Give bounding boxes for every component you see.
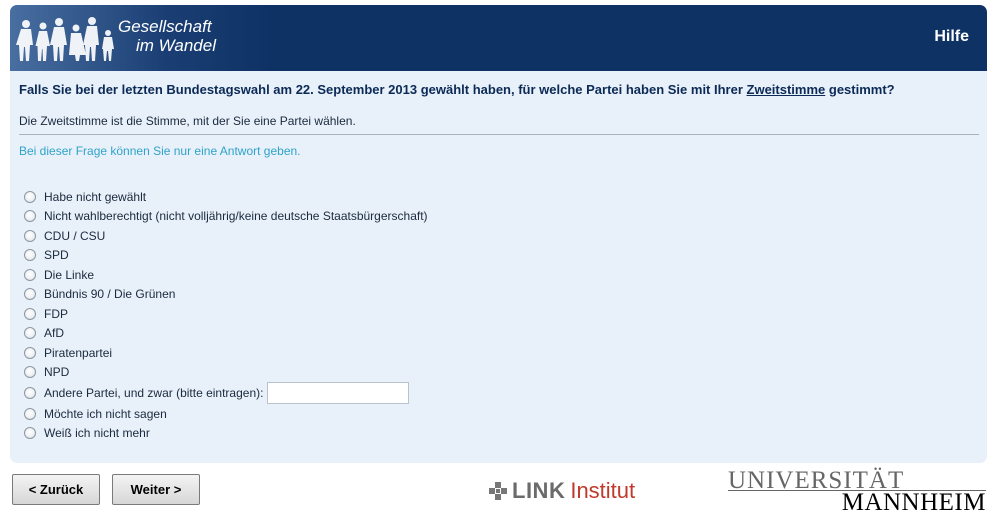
option-label: NPD xyxy=(44,365,70,380)
zweitstimme-link[interactable]: Zweitstimme xyxy=(747,82,826,97)
radio-button[interactable] xyxy=(24,229,36,242)
question-explanation: Die Zweitstimme ist die Stimme, mit der … xyxy=(19,114,979,135)
header-bar: Gesellschaft im Wandel Hilfe xyxy=(10,5,987,71)
option-label: CDU / CSU xyxy=(44,228,106,243)
option-gruene[interactable]: Bündnis 90 / Die Grünen xyxy=(24,285,428,305)
option-label: Andere Partei, und zwar (bitte eintragen… xyxy=(44,386,264,400)
option-afd[interactable]: AfD xyxy=(24,324,428,344)
people-silhouette-logo xyxy=(16,17,114,61)
radio-button[interactable] xyxy=(24,210,36,223)
option-other-party[interactable]: Andere Partei, und zwar (bitte eintragen… xyxy=(24,382,428,404)
answer-options: Habe nicht gewählt Nicht wahlberechtigt … xyxy=(24,187,428,443)
question-text: Falls Sie bei der letzten Bundestagswahl… xyxy=(19,81,979,98)
option-label: Habe nicht gewählt xyxy=(44,189,147,204)
question-text-start: Falls Sie bei der letzten Bundestagswahl… xyxy=(19,82,747,97)
radio-button[interactable] xyxy=(24,366,36,379)
survey-panel: Gesellschaft im Wandel Hilfe Falls Sie b… xyxy=(10,5,987,463)
answer-hint: Bei dieser Frage können Sie nur eine Ant… xyxy=(19,144,301,158)
option-dont-remember[interactable]: Weiß ich nicht mehr xyxy=(24,424,428,444)
help-link[interactable]: Hilfe xyxy=(934,28,969,46)
question-text-end: gestimmt? xyxy=(825,82,895,97)
question-area: Falls Sie bei der letzten Bundestagswahl… xyxy=(19,81,979,158)
option-label: AfD xyxy=(44,326,65,341)
radio-button[interactable] xyxy=(24,268,36,281)
option-fdp[interactable]: FDP xyxy=(24,304,428,324)
option-npd[interactable]: NPD xyxy=(24,363,428,383)
option-not-eligible[interactable]: Nicht wahlberechtigt (nicht volljährig/k… xyxy=(24,207,428,227)
link-cross-icon xyxy=(489,482,507,500)
option-die-linke[interactable]: Die Linke xyxy=(24,265,428,285)
radio-button[interactable] xyxy=(24,190,36,203)
option-spd[interactable]: SPD xyxy=(24,246,428,266)
option-label: Nicht wahlberechtigt (nicht volljährig/k… xyxy=(44,209,428,224)
radio-button[interactable] xyxy=(24,249,36,262)
option-prefer-not-say[interactable]: Möchte ich nicht sagen xyxy=(24,404,428,424)
institut-wordmark: Institut xyxy=(570,478,636,503)
option-piratenpartei[interactable]: Piratenpartei xyxy=(24,343,428,363)
option-label: Weiß ich nicht mehr xyxy=(44,426,150,441)
option-label: SPD xyxy=(44,248,69,263)
option-label: Die Linke xyxy=(44,267,95,282)
university-line-2: MANNHEIM xyxy=(841,489,986,516)
radio-button[interactable] xyxy=(24,387,36,399)
radio-button[interactable] xyxy=(24,346,36,359)
logo-wordmark: Gesellschaft im Wandel xyxy=(118,17,216,55)
other-party-input[interactable] xyxy=(267,382,410,404)
option-label: Piratenpartei xyxy=(44,345,113,360)
radio-button[interactable] xyxy=(24,407,36,420)
option-cdu-csu[interactable]: CDU / CSU xyxy=(24,226,428,246)
back-button[interactable]: < Zurück xyxy=(12,474,100,505)
radio-button[interactable] xyxy=(24,327,36,340)
option-label: Möchte ich nicht sagen xyxy=(44,406,167,421)
link-wordmark: LINK xyxy=(512,478,566,503)
next-button[interactable]: Weiter > xyxy=(112,474,200,505)
radio-button[interactable] xyxy=(24,288,36,301)
link-institut-logo: LINK Institut xyxy=(488,478,635,504)
radio-button[interactable] xyxy=(24,427,36,440)
radio-button[interactable] xyxy=(24,307,36,320)
option-label: Bündnis 90 / Die Grünen xyxy=(44,287,176,302)
university-logo: UNIVERSITÄT MANNHEIM xyxy=(728,468,986,516)
option-label: FDP xyxy=(44,306,68,321)
logo-line-1: Gesellschaft xyxy=(118,17,212,36)
option-not-voted[interactable]: Habe nicht gewählt xyxy=(24,187,428,207)
logo-line-2: im Wandel xyxy=(136,36,216,55)
